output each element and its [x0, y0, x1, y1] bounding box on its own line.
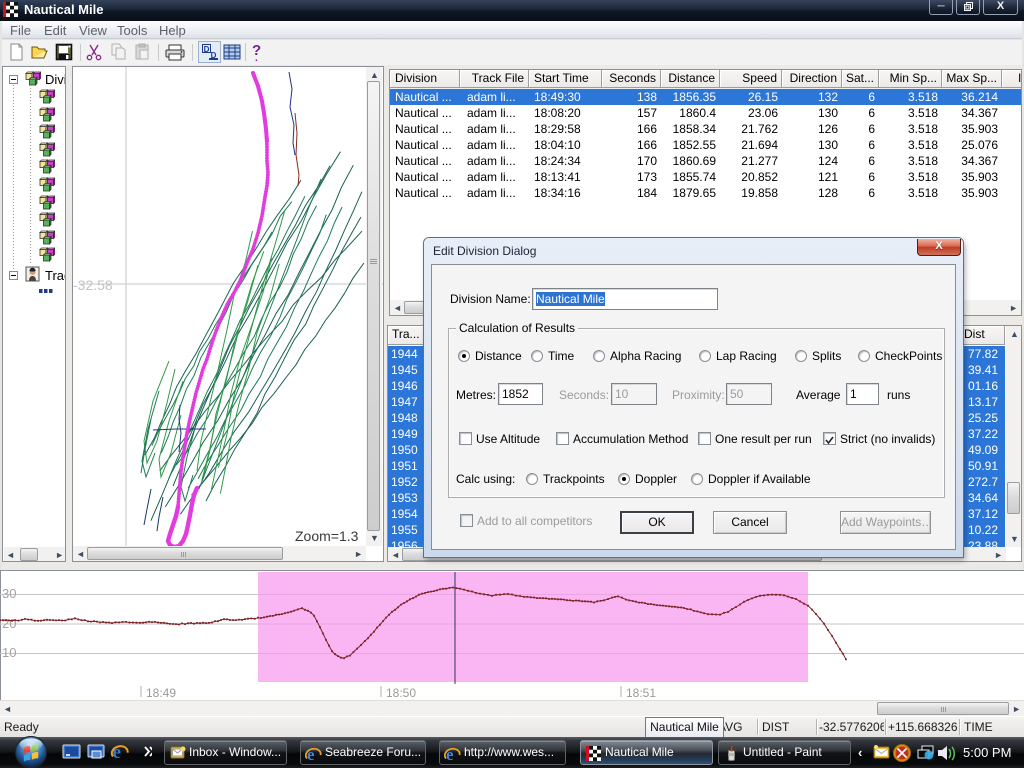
svg-text:e: e	[446, 745, 454, 763]
svg-text:18:49: 18:49	[146, 686, 176, 700]
svg-text:30: 30	[2, 586, 16, 601]
svg-text:10: 10	[2, 645, 16, 660]
svg-text:20: 20	[2, 616, 16, 631]
svg-text:e: e	[113, 742, 121, 763]
svg-text:18:50: 18:50	[386, 686, 416, 700]
svg-text:18:51: 18:51	[626, 686, 656, 700]
svg-text:e: e	[307, 745, 315, 763]
